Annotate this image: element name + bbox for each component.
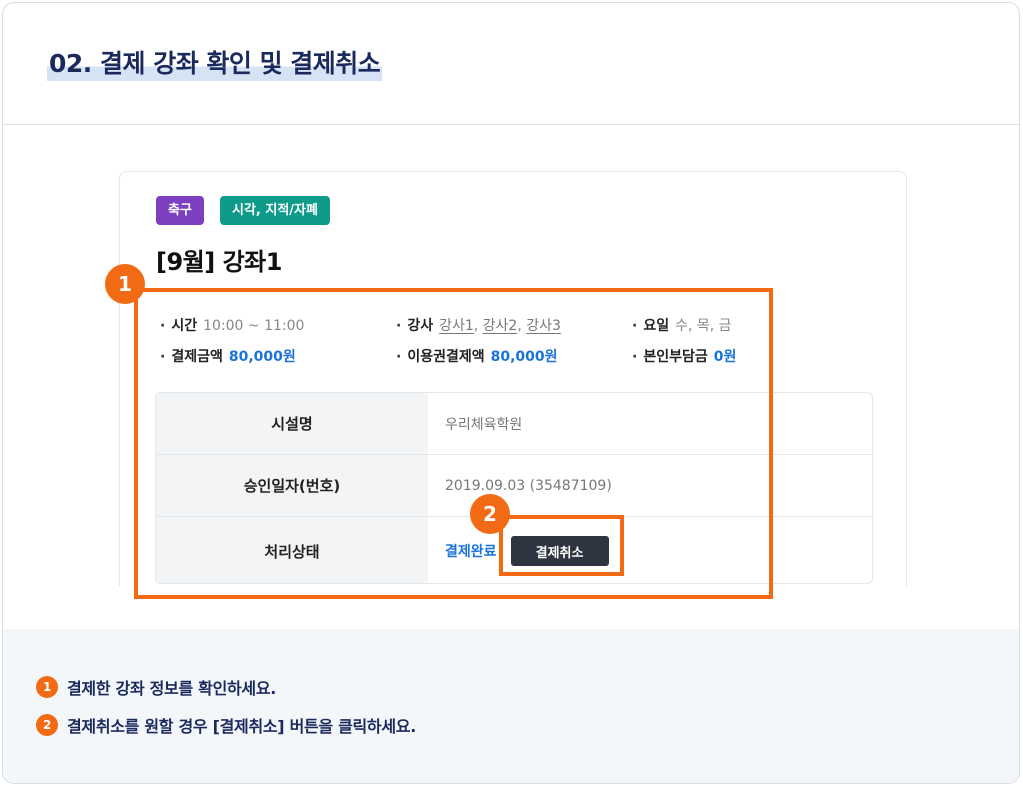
tag-disability-type: 시각, 지적/자폐 <box>220 196 330 225</box>
bullet-icon: · <box>396 318 402 334</box>
info-days: · 요일 수, 목, 금 <box>632 315 732 335</box>
step-text: 결제취소를 원할 경우 [결제취소] 버튼을 클릭하세요. <box>67 717 416 736</box>
step-number-icon: 2 <box>36 714 58 736</box>
facility-label: 시설명 <box>156 393 428 454</box>
info-time: · 시간 10:00 ~ 11:00 <box>160 315 304 335</box>
payment-value: 80,000원 <box>228 349 296 365</box>
teacher-link-3[interactable]: 강사3 <box>526 318 561 334</box>
facility-value: 우리체육학원 <box>445 416 523 433</box>
self-pay-value: 0원 <box>713 349 737 365</box>
cancel-payment-button[interactable]: 결제취소 <box>510 536 609 566</box>
self-pay-label: 본인부담금 <box>643 349 708 365</box>
bullet-icon: · <box>160 349 166 365</box>
days-value: 수, 목, 금 <box>675 318 732 334</box>
info-voucher: · 이용권결제액 80,000원 <box>396 346 558 366</box>
callout-badge-2: 2 <box>470 494 510 534</box>
time-value: 10:00 ~ 11:00 <box>203 318 305 334</box>
guide-header: 02. 결제 강좌 확인 및 결제취소 <box>3 3 1019 125</box>
bullet-icon: · <box>396 349 402 365</box>
days-label: 요일 <box>643 318 670 334</box>
info-self-pay: · 본인부담금 0원 <box>632 346 736 366</box>
info-payment: · 결제금액 80,000원 <box>160 346 296 366</box>
bullet-icon: · <box>632 349 638 365</box>
table-row: 시설명 우리체육학원 <box>156 393 872 455</box>
time-label: 시간 <box>171 318 198 334</box>
voucher-value: 80,000원 <box>490 349 558 365</box>
step-1: 1 결제한 강좌 정보를 확인하세요. <box>36 675 276 699</box>
voucher-label: 이용권결제액 <box>407 349 485 365</box>
payment-label: 결제금액 <box>171 349 223 365</box>
bullet-icon: · <box>160 318 166 334</box>
course-card: 축구 시각, 지적/자폐 [9월] 강좌1 · 시간 10:00 ~ 11:00 ·… <box>119 171 907 586</box>
section-title: 02. 결제 강좌 확인 및 결제취소 <box>47 47 383 81</box>
guide-footer: 1 결제한 강좌 정보를 확인하세요. 2 결제취소를 원할 경우 [결제취소]… <box>3 629 1019 783</box>
teacher-label: 강사 <box>407 318 434 334</box>
guide-frame: 02. 결제 강좌 확인 및 결제취소 축구 시각, 지적/자폐 [9월] 강좌… <box>2 2 1020 784</box>
teacher-link-1[interactable]: 강사1 <box>439 318 474 334</box>
teacher-link-2[interactable]: 강사2 <box>483 318 518 334</box>
bullet-icon: · <box>632 318 638 334</box>
callout-badge-1: 1 <box>105 264 145 304</box>
status-value: 결제완료 <box>445 544 497 560</box>
tag-sport: 축구 <box>156 196 204 225</box>
step-2: 2 결제취소를 원할 경우 [결제취소] 버튼을 클릭하세요. <box>36 713 416 737</box>
step-text: 결제한 강좌 정보를 확인하세요. <box>67 679 277 698</box>
status-label: 처리상태 <box>156 517 428 583</box>
table-row: 처리상태 결제완료 결제취소 <box>156 517 872 583</box>
table-row: 승인일자(번호) 2019.09.03 (35487109) <box>156 455 872 517</box>
approval-label: 승인일자(번호) <box>156 455 428 516</box>
info-teachers: · 강사 강사1, 강사2, 강사3 <box>396 318 561 334</box>
detail-table: 시설명 우리체육학원 승인일자(번호) 2019.09.03 (35487109… <box>155 392 873 584</box>
step-number-icon: 1 <box>36 676 58 698</box>
course-title: [9월] 강좌1 <box>156 248 282 276</box>
